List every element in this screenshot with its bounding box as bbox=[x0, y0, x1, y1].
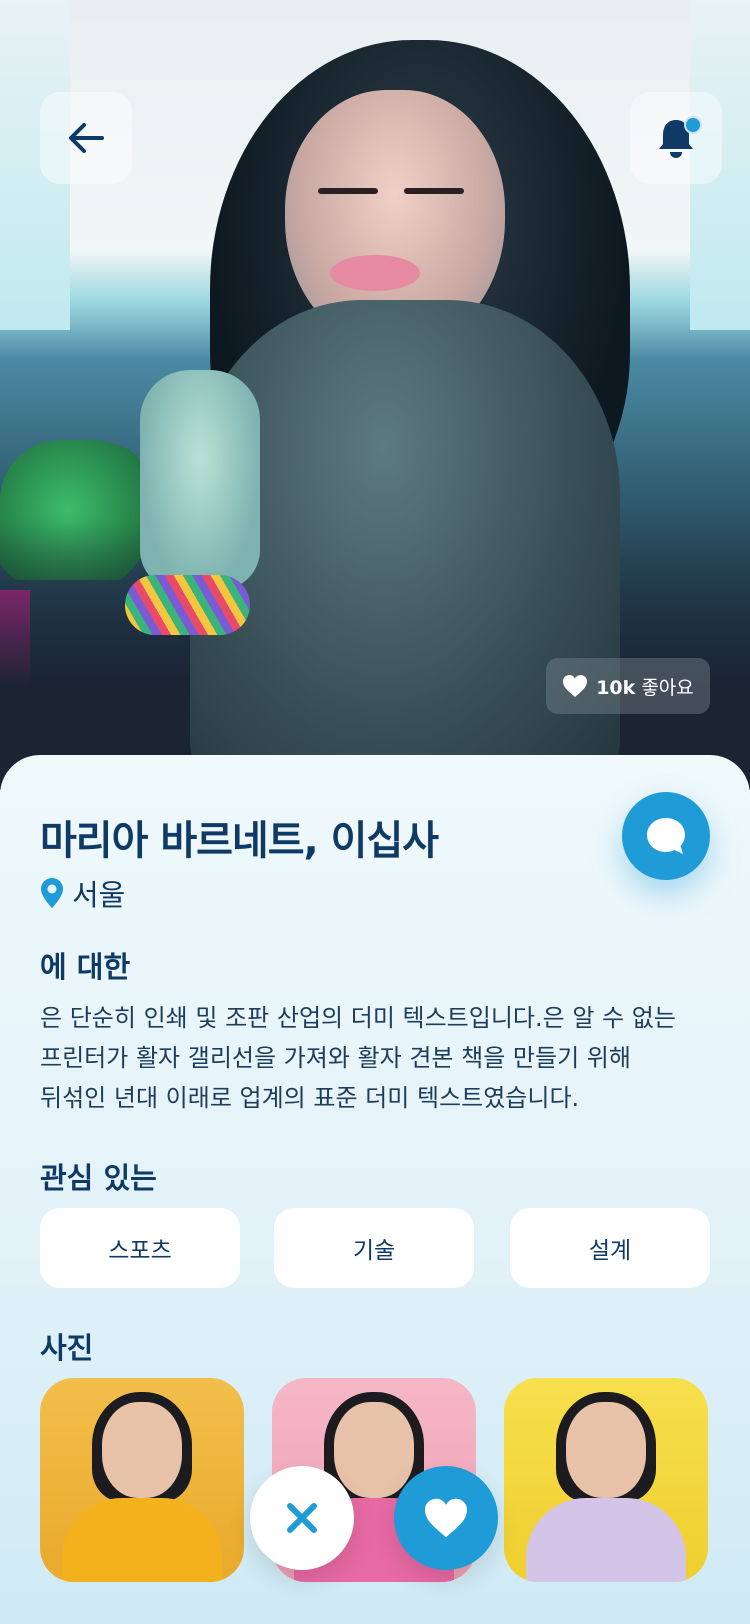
notification-button[interactable] bbox=[630, 92, 722, 184]
close-icon bbox=[287, 1503, 317, 1533]
person-hand bbox=[140, 370, 260, 590]
interest-chip-design[interactable]: 설계 bbox=[510, 1208, 710, 1288]
likes-badge: 10k 좋아요 bbox=[546, 658, 710, 714]
heart-icon bbox=[425, 1498, 467, 1538]
notification-badge bbox=[684, 116, 702, 134]
chat-button[interactable] bbox=[622, 792, 710, 880]
location-text: 서울 bbox=[72, 878, 126, 912]
photo-person-face bbox=[566, 1402, 646, 1498]
arrow-left-icon bbox=[69, 123, 104, 153]
likes-count: 10k bbox=[596, 676, 636, 699]
heart-icon bbox=[563, 675, 588, 697]
gallery-photo[interactable] bbox=[40, 1378, 244, 1582]
photo-person-body bbox=[62, 1498, 222, 1582]
person-eye bbox=[318, 188, 378, 194]
interest-chip-sports[interactable]: 스포츠 bbox=[40, 1208, 240, 1288]
profile-name: 마리아 바르네트, 이십사 bbox=[40, 818, 439, 864]
about-text-line: 뒤섞인 년대 이래로 업계의 표준 더미 텍스트였습니다. bbox=[40, 1084, 580, 1112]
back-button[interactable] bbox=[40, 92, 132, 184]
chat-bubble-icon bbox=[647, 818, 685, 854]
person-lips bbox=[330, 255, 420, 291]
photo-person-face bbox=[102, 1402, 182, 1498]
about-text-line: 은 단순히 인쇄 및 조판 산업의 더미 텍스트입니다.은 알 수 없는 bbox=[40, 1004, 676, 1032]
photo-person-body bbox=[526, 1498, 686, 1582]
likes-label: 좋아요 bbox=[641, 676, 694, 699]
photos-title: 사진 bbox=[40, 1331, 94, 1365]
about-title: 에 대한 bbox=[40, 950, 131, 984]
about-text-line: 프린터가 활자 갤리선을 가져와 활자 견본 책을 만들기 위해 bbox=[40, 1044, 631, 1072]
interests-title: 관심 있는 bbox=[40, 1161, 157, 1195]
like-button[interactable] bbox=[394, 1466, 498, 1570]
map-pin-icon bbox=[41, 878, 63, 908]
profile-location: 서울 bbox=[40, 872, 125, 914]
interest-chip-tech[interactable]: 기술 bbox=[274, 1208, 474, 1288]
dislike-button[interactable] bbox=[250, 1466, 354, 1570]
photo-person-face bbox=[334, 1402, 414, 1498]
gallery-photo[interactable] bbox=[504, 1378, 708, 1582]
person-bracelet bbox=[125, 575, 250, 635]
person-eye bbox=[404, 188, 464, 194]
about-text: 은 단순히 인쇄 및 조판 산업의 더미 텍스트입니다.은 알 수 없는 프린터… bbox=[40, 998, 720, 1118]
